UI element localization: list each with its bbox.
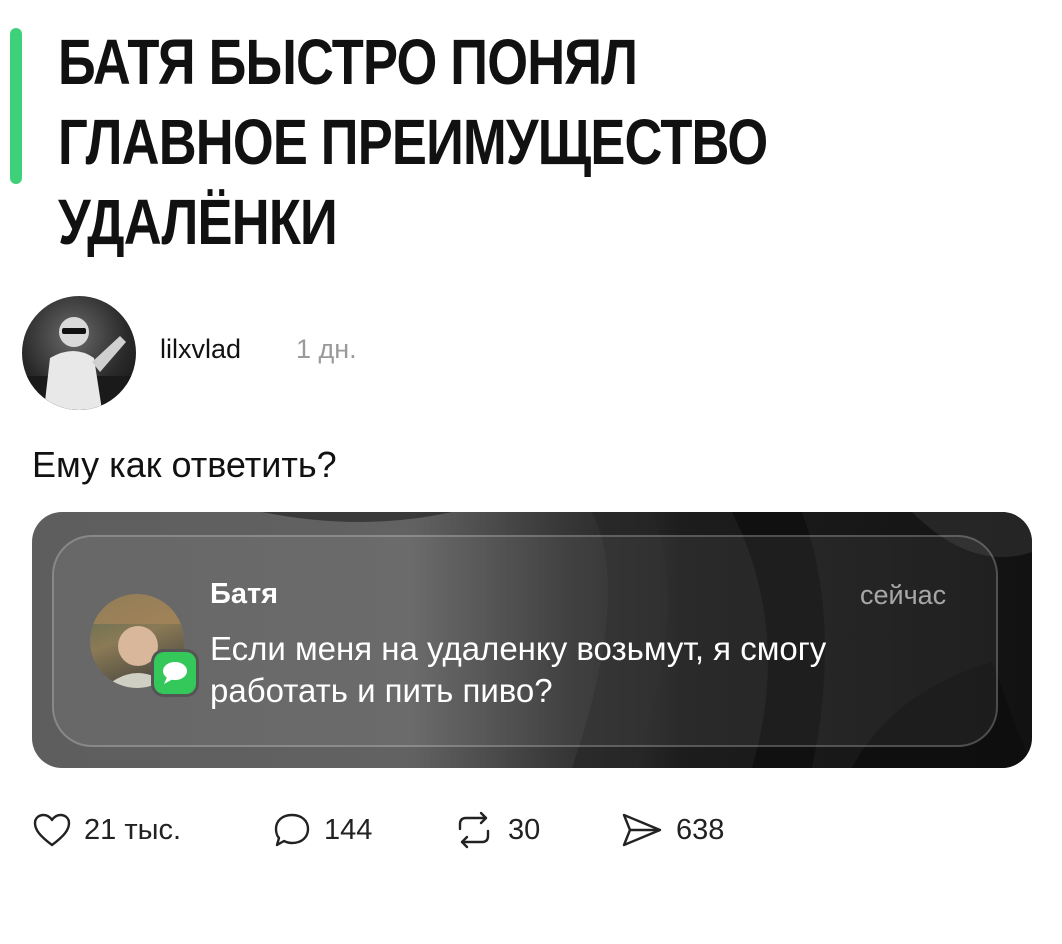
heart-icon	[33, 813, 71, 847]
messages-icon	[154, 652, 196, 694]
likes-count: 21 тыс.	[84, 813, 181, 846]
shares-count: 638	[676, 813, 725, 846]
repost-icon	[458, 811, 490, 849]
like-button[interactable]: 21 тыс.	[32, 810, 181, 850]
notification-time: сейчас	[860, 580, 947, 610]
reposts-count: 30	[508, 813, 541, 846]
send-icon	[622, 813, 662, 847]
sender-name: Батя	[210, 578, 279, 610]
post-text: Ему как ответить?	[32, 444, 337, 485]
headline-accent-bar	[10, 28, 22, 184]
message-text: Если меня на удаленку возьмут, я смогу р…	[210, 630, 827, 709]
share-button[interactable]: 638	[620, 810, 724, 850]
repost-button[interactable]: 30	[452, 810, 540, 850]
headline: БАТЯ БЫСТРО ПОНЯЛ ГЛАВНОЕ ПРЕИМУЩЕСТВО У…	[58, 26, 768, 258]
avatar[interactable]	[22, 296, 136, 410]
post-time: 1 дн.	[296, 334, 357, 364]
comment-button[interactable]: 144	[272, 810, 372, 850]
comments-count: 144	[324, 813, 373, 846]
username[interactable]: lilxvlad	[160, 334, 241, 365]
comment-icon	[274, 813, 310, 847]
